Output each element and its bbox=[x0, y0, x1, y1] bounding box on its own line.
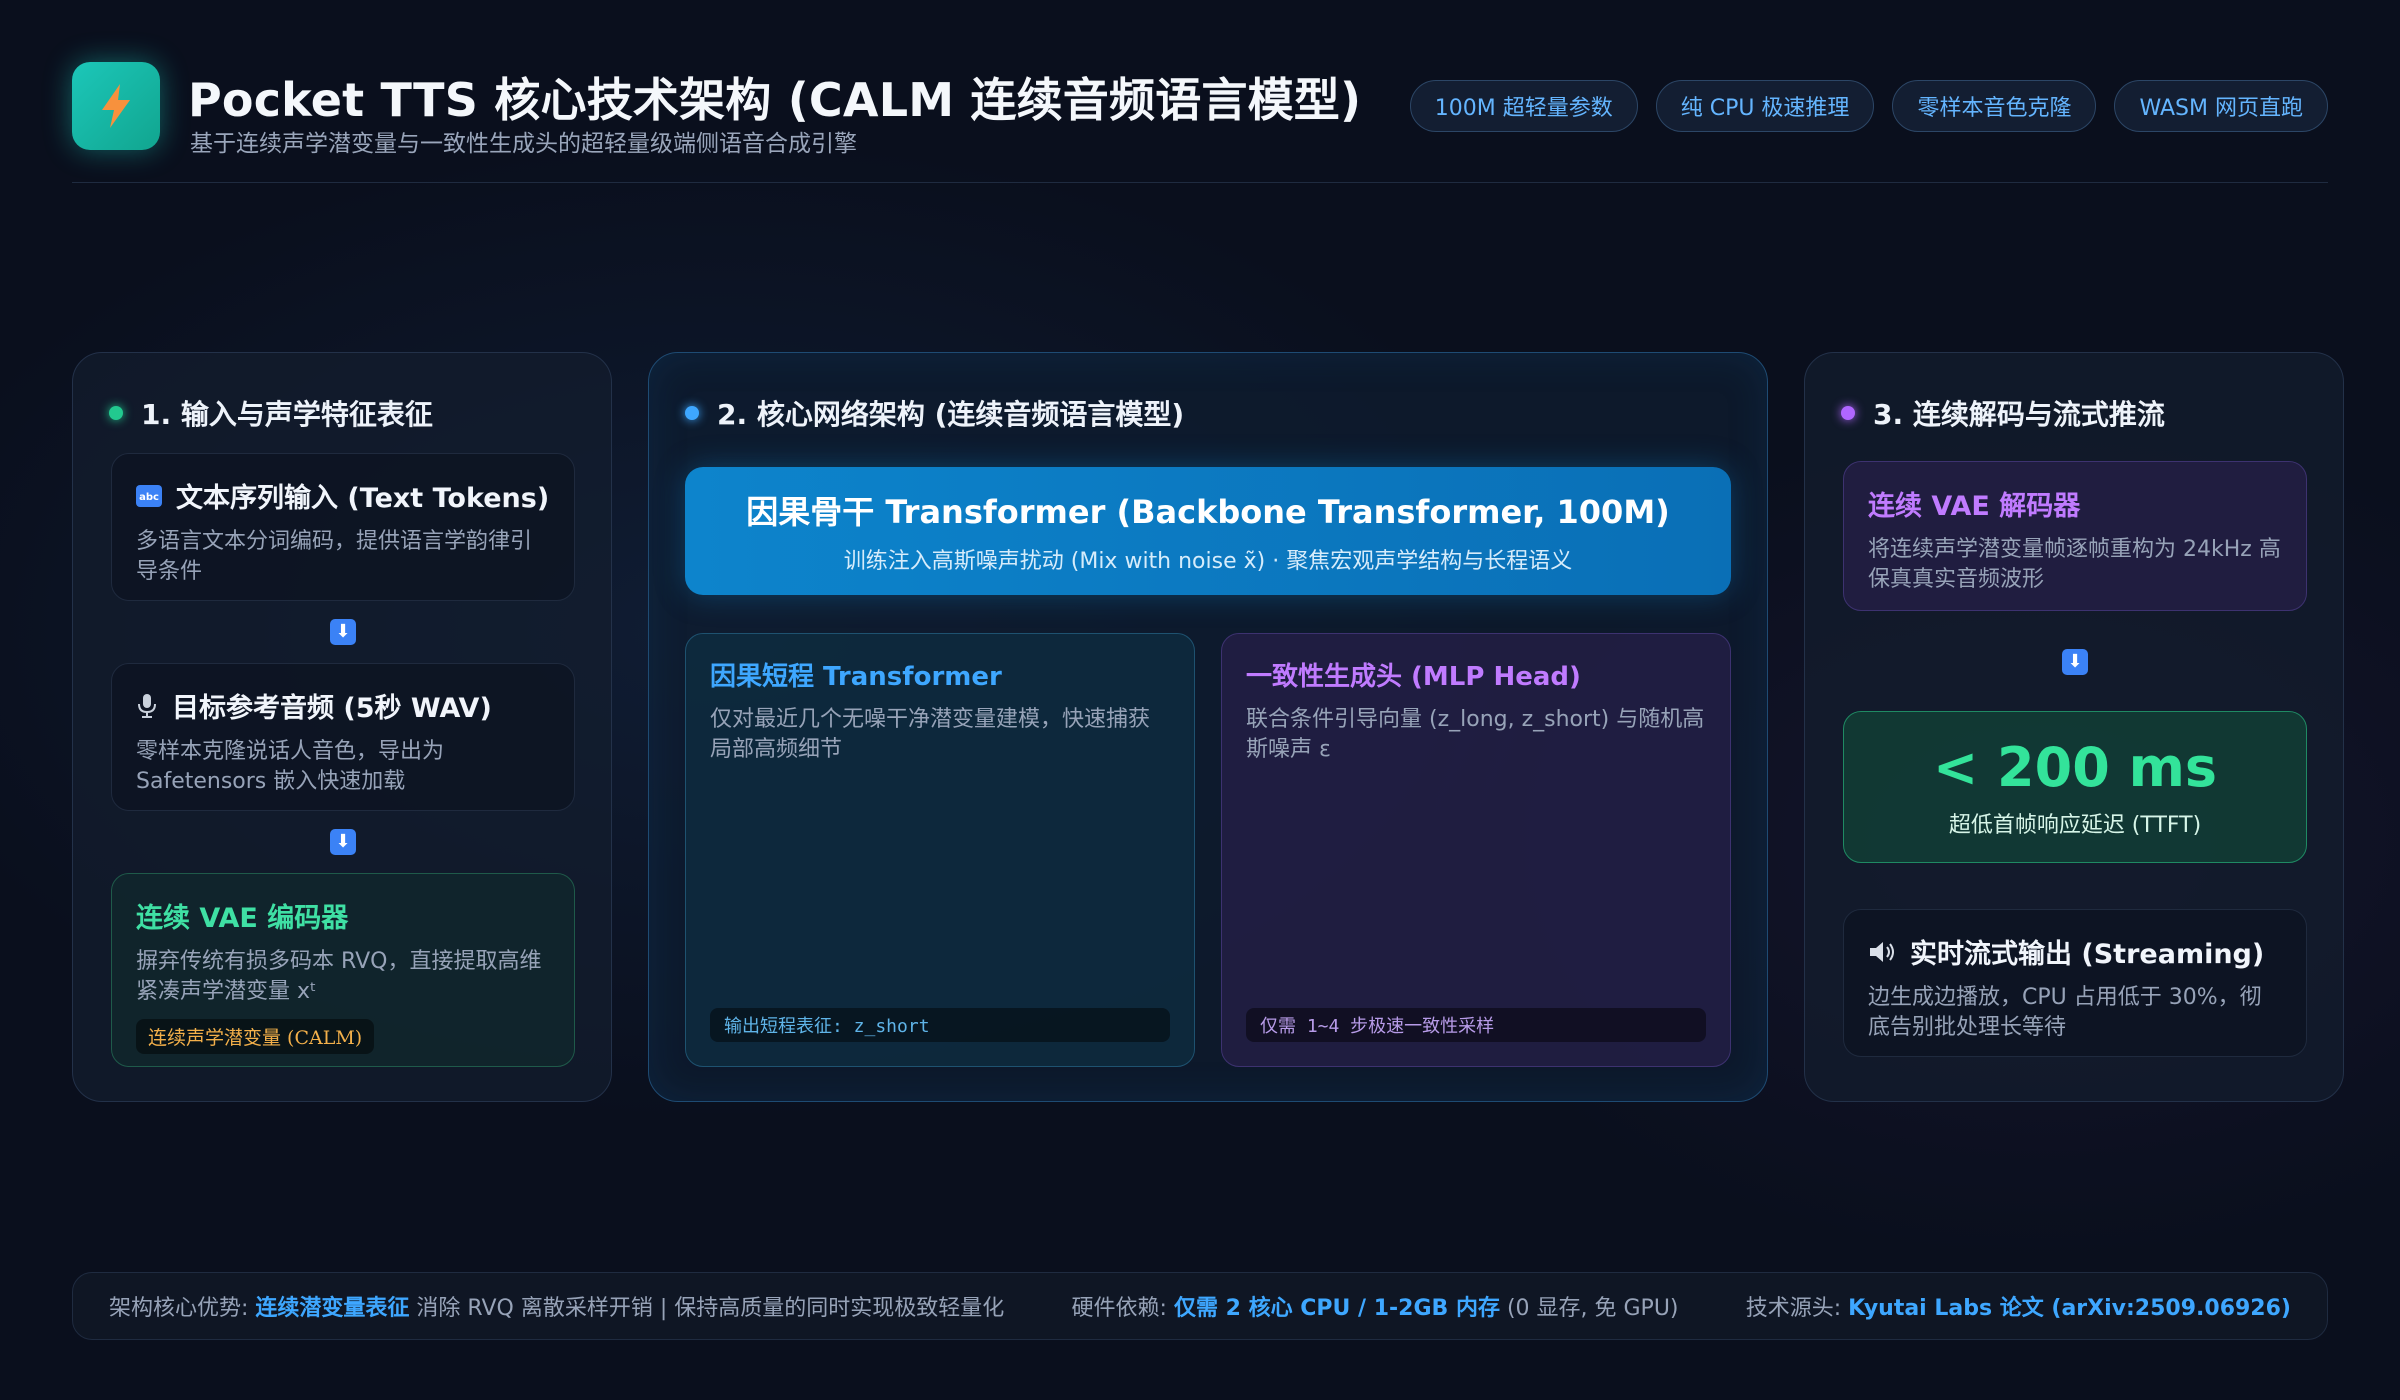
status-dot-green bbox=[109, 406, 123, 420]
speaker-icon bbox=[1868, 940, 1896, 964]
card-title: 连续 VAE 解码器 bbox=[1868, 491, 2081, 522]
card-title: 实时流式输出 (Streaming) bbox=[1910, 939, 2265, 970]
down-arrow-icon: ⬇ bbox=[330, 829, 356, 855]
column-core: 2. 核心网络架构 (连续音频语言模型) 因果骨干 Transformer (B… bbox=[648, 352, 1768, 1102]
page-subtitle: 基于连续声学潜变量与一致性生成头的超轻量级端侧语音合成引擎 bbox=[190, 131, 857, 157]
vae-encoder-card[interactable]: 连续 VAE 编码器 摒弃传统有损多码本 RVQ，直接提取高维紧凑声学潜变量 x… bbox=[111, 873, 575, 1067]
footer-source[interactable]: 技术源头: Kyutai Labs 论文 (arXiv:2509.06926) bbox=[1746, 1290, 2291, 1322]
footer-advantage: 架构核心优势: 连续潜变量表征 消除 RVQ 离散采样开销 | 保持高质量的同时… bbox=[109, 1296, 1005, 1321]
latency-label: 超低首帧响应延迟 (TTFT) bbox=[1948, 812, 2202, 838]
status-dot-blue bbox=[685, 406, 699, 420]
card-desc: 仅对最近几个无噪干净潜变量建模，快速捕获局部高频细节 bbox=[710, 707, 1151, 762]
microphone-icon bbox=[136, 693, 158, 719]
card-desc: 多语言文本分词编码，提供语言学韵律引导条件 bbox=[136, 529, 533, 584]
card-title: 目标参考音频 (5秒 WAV) bbox=[172, 693, 492, 724]
pill-clone[interactable]: 零样本音色克隆 bbox=[1892, 80, 2097, 132]
backbone-desc: 训练注入高斯噪声扰动 (Mix with noise x̃) · 聚焦宏观声学结… bbox=[843, 549, 1573, 574]
header: Pocket TTS 核心技术架构 (CALM 连续音频语言模型) 基于连续声学… bbox=[72, 62, 2328, 182]
text-input-card[interactable]: abc 文本序列输入 (Text Tokens) 多语言文本分词编码，提供语言学… bbox=[111, 453, 575, 601]
pill-cpu[interactable]: 纯 CPU 极速推理 bbox=[1655, 80, 1875, 132]
down-arrow-icon: ⬇ bbox=[330, 619, 356, 645]
footer-hardware: 硬件依赖: 仅需 2 核心 CPU / 1-2GB 内存 (0 显存, 免 GP… bbox=[1071, 1296, 1679, 1321]
header-divider bbox=[72, 182, 2328, 183]
column-decode: 3. 连续解码与流式推流 连续 VAE 解码器 将连续声学潜变量帧逐帧重构为 2… bbox=[1804, 352, 2344, 1102]
page-title: Pocket TTS 核心技术架构 (CALM 连续音频语言模型) bbox=[188, 73, 1362, 127]
card-title: 连续 VAE 编码器 bbox=[136, 903, 349, 934]
latency-value: < 200 ms bbox=[1933, 735, 2217, 799]
sampling-note: 仅需 1~4 步极速一致性采样 bbox=[1246, 1008, 1706, 1042]
column-title: 1. 输入与声学特征表征 bbox=[109, 393, 433, 433]
feature-pills: 100M 超轻量参数 纯 CPU 极速推理 零样本音色克隆 WASM 网页直跑 bbox=[1409, 80, 2328, 132]
footer-bar: 架构核心优势: 连续潜变量表征 消除 RVQ 离散采样开销 | 保持高质量的同时… bbox=[72, 1272, 2328, 1340]
card-title: 一致性生成头 (MLP Head) bbox=[1246, 662, 1581, 692]
column-title: 2. 核心网络架构 (连续音频语言模型) bbox=[685, 393, 1184, 433]
card-desc: 摒弃传统有损多码本 RVQ，直接提取高维紧凑声学潜变量 xᵗ bbox=[136, 949, 542, 1004]
abc-icon: abc bbox=[136, 484, 162, 507]
card-title: 文本序列输入 (Text Tokens) bbox=[176, 483, 550, 514]
card-desc: 边生成边播放，CPU 占用低于 30%，彻底告别批处理长等待 bbox=[1868, 985, 2262, 1040]
down-arrow-icon: ⬇ bbox=[2062, 649, 2088, 675]
svg-text:abc: abc bbox=[139, 492, 159, 503]
backbone-transformer-block[interactable]: 因果骨干 Transformer (Backbone Transformer, … bbox=[685, 467, 1731, 595]
column-input: 1. 输入与声学特征表征 abc 文本序列输入 (Text Tokens) 多语… bbox=[72, 352, 612, 1102]
backbone-title: 因果骨干 Transformer (Backbone Transformer, … bbox=[746, 493, 1670, 531]
short-transformer-card[interactable]: 因果短程 Transformer 仅对最近几个无噪干净潜变量建模，快速捕获局部高… bbox=[685, 633, 1195, 1067]
logo bbox=[72, 62, 160, 150]
column-title: 3. 连续解码与流式推流 bbox=[1841, 393, 2165, 433]
pill-wasm[interactable]: WASM 网页直跑 bbox=[2114, 80, 2328, 132]
reference-audio-card[interactable]: 目标参考音频 (5秒 WAV) 零样本克隆说话人音色，导出为 Safetenso… bbox=[111, 663, 575, 811]
pill-params[interactable]: 100M 超轻量参数 bbox=[1409, 80, 1638, 132]
card-desc: 零样本克隆说话人音色，导出为 Safetensors 嵌入快速加载 bbox=[136, 739, 445, 794]
latency-block: < 200 ms 超低首帧响应延迟 (TTFT) bbox=[1843, 711, 2307, 863]
short-output-note: 输出短程表征: z_short bbox=[710, 1008, 1170, 1042]
card-desc: 将连续声学潜变量帧逐帧重构为 24kHz 高保真真实音频波形 bbox=[1868, 537, 2281, 592]
status-dot-purple bbox=[1841, 406, 1855, 420]
mlp-head-card[interactable]: 一致性生成头 (MLP Head) 联合条件引导向量 (z_long, z_sh… bbox=[1221, 633, 1731, 1067]
latent-tag: 连续声学潜变量 (CALM) bbox=[136, 1019, 375, 1054]
card-title: 因果短程 Transformer bbox=[710, 662, 1002, 692]
card-desc: 联合条件引导向量 (z_long, z_short) 与随机高斯噪声 ε bbox=[1246, 707, 1705, 762]
lightning-icon bbox=[102, 84, 130, 128]
vae-decoder-card[interactable]: 连续 VAE 解码器 将连续声学潜变量帧逐帧重构为 24kHz 高保真真实音频波… bbox=[1843, 461, 2307, 611]
streaming-card[interactable]: 实时流式输出 (Streaming) 边生成边播放，CPU 占用低于 30%，彻… bbox=[1843, 909, 2307, 1057]
